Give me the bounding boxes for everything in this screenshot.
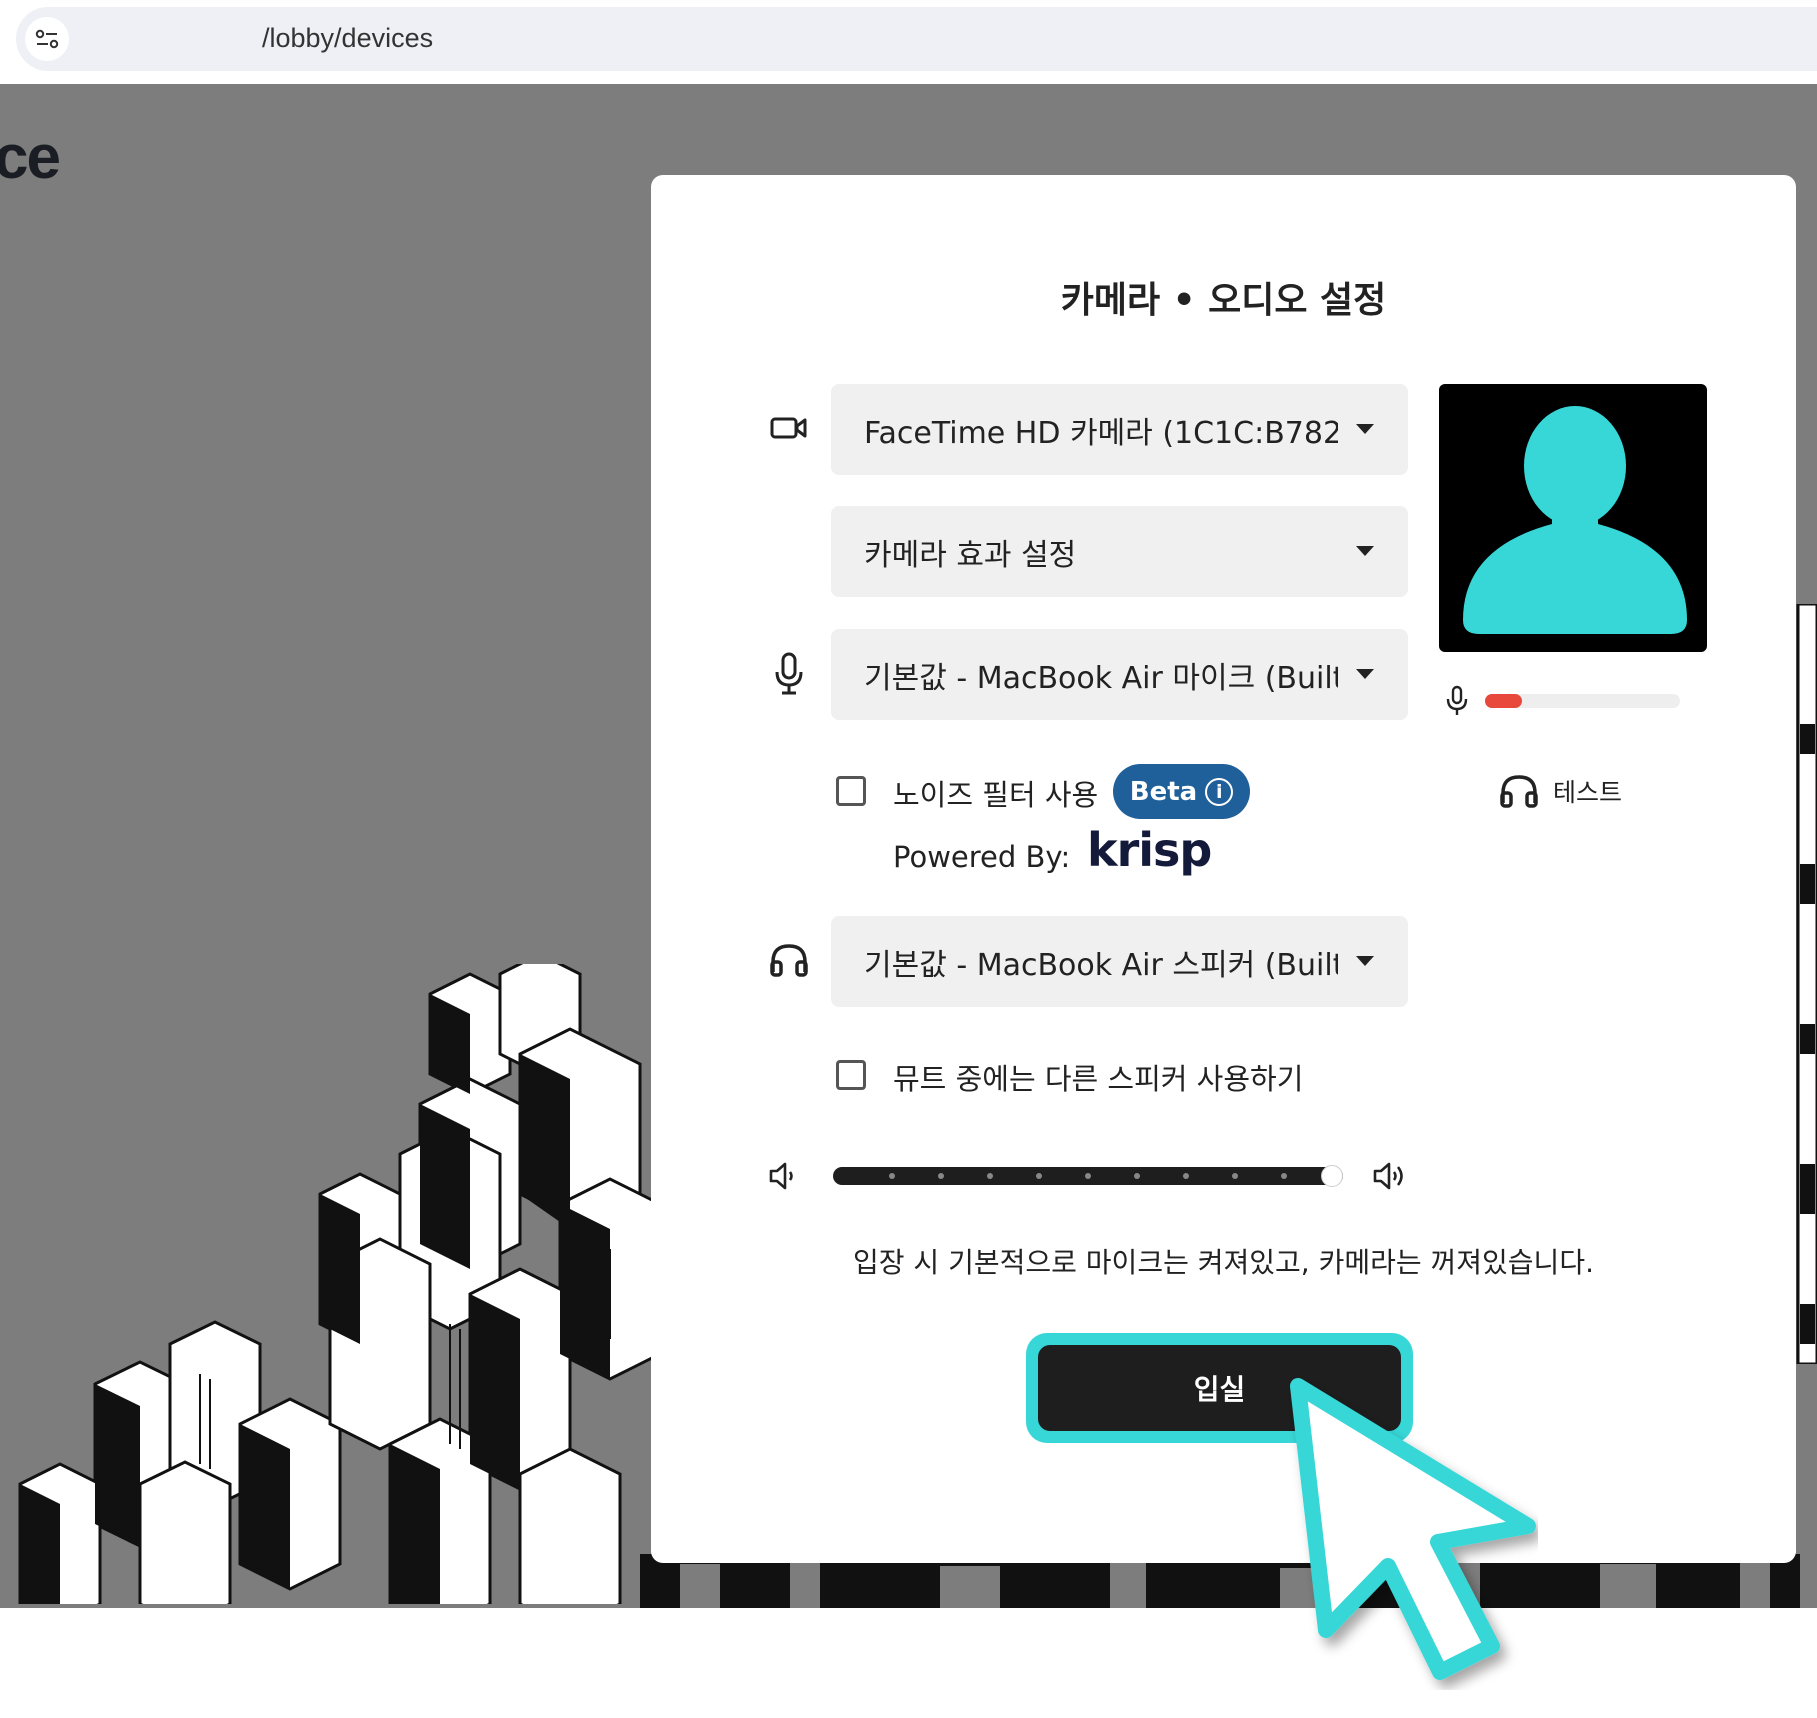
city-illustration xyxy=(18,964,660,1604)
volume-step-dot xyxy=(889,1173,895,1179)
chevron-down-icon xyxy=(1356,546,1374,556)
app-logo-fragment: ce xyxy=(0,123,61,192)
address-bar[interactable]: /lobby/devices xyxy=(16,7,1817,71)
speaker-test-button[interactable]: 테스트 xyxy=(1499,773,1622,809)
dialog-title: 카메라 • 오디오 설정 xyxy=(1060,280,1387,321)
volume-step-dot xyxy=(987,1173,993,1179)
camera-effect-select-value: 카메라 효과 설정 xyxy=(864,537,1077,573)
chevron-down-icon xyxy=(1356,669,1374,679)
site-settings-button[interactable] xyxy=(25,17,69,61)
beta-badge[interactable]: Beta i xyxy=(1113,764,1250,819)
site-controls-icon xyxy=(35,29,59,49)
mute-speaker-label: 뮤트 중에는 다른 스피커 사용하기 xyxy=(893,1062,1304,1096)
volume-step-dot xyxy=(1281,1173,1287,1179)
notice-text: 입장 시 기본적으로 마이크는 켜져있고, 카메라는 꺼져있습니다. xyxy=(853,1246,1594,1279)
info-icon: i xyxy=(1205,777,1234,806)
volume-slider-thumb[interactable] xyxy=(1321,1165,1343,1187)
volume-low-icon xyxy=(767,1159,803,1193)
volume-step-dot xyxy=(1036,1173,1042,1179)
camera-select-value: FaceTime HD 카메라 (1C1C:B782) xyxy=(864,415,1338,451)
url-text[interactable]: /lobby/devices xyxy=(262,23,433,54)
camera-select[interactable]: FaceTime HD 카메라 (1C1C:B782) xyxy=(831,384,1408,475)
volume-step-dot xyxy=(938,1173,944,1179)
microphone-icon xyxy=(769,651,809,697)
camera-preview xyxy=(1439,384,1707,652)
chevron-down-icon xyxy=(1356,956,1374,966)
noise-filter-checkbox[interactable] xyxy=(836,776,866,806)
volume-high-icon xyxy=(1371,1159,1409,1193)
microphone-level-fill xyxy=(1485,694,1522,708)
avatar-silhouette-icon xyxy=(1463,406,1687,634)
video-camera-icon xyxy=(769,408,809,448)
mute-speaker-checkbox[interactable] xyxy=(836,1060,866,1090)
camera-effect-select[interactable]: 카메라 효과 설정 xyxy=(831,506,1408,597)
noise-filter-label: 노이즈 필터 사용 xyxy=(893,778,1099,812)
powered-by-label: Powered By: xyxy=(893,840,1071,874)
headphones-icon xyxy=(767,940,811,980)
pointer-cursor-icon xyxy=(1290,1378,1536,1680)
speaker-test-label: 테스트 xyxy=(1553,778,1623,807)
speaker-select-value: 기본값 - MacBook Air 스피커 (Built... xyxy=(864,947,1338,983)
volume-step-dot xyxy=(1183,1173,1189,1179)
beta-badge-label: Beta xyxy=(1129,776,1198,807)
volume-slider[interactable] xyxy=(833,1165,1343,1187)
device-settings-dialog: 카메라 • 오디오 설정 FaceTime HD 카메라 (1C1C:B782)… xyxy=(651,175,1796,1563)
chevron-down-icon xyxy=(1356,424,1374,434)
volume-step-dot xyxy=(1134,1173,1140,1179)
microphone-select[interactable]: 기본값 - MacBook Air 마이크 (Built... xyxy=(831,629,1408,720)
volume-step-dot xyxy=(1085,1173,1091,1179)
microphone-select-value: 기본값 - MacBook Air 마이크 (Built... xyxy=(864,660,1338,696)
headphones-icon xyxy=(1500,775,1538,808)
volume-step-dot xyxy=(1232,1173,1238,1179)
microphone-level-icon xyxy=(1443,683,1471,719)
krisp-logo: krisp xyxy=(1087,823,1212,877)
microphone-level-meter xyxy=(1485,694,1680,708)
browser-toolbar: /lobby/devices xyxy=(0,0,1817,84)
speaker-select[interactable]: 기본값 - MacBook Air 스피커 (Built... xyxy=(831,916,1408,1007)
